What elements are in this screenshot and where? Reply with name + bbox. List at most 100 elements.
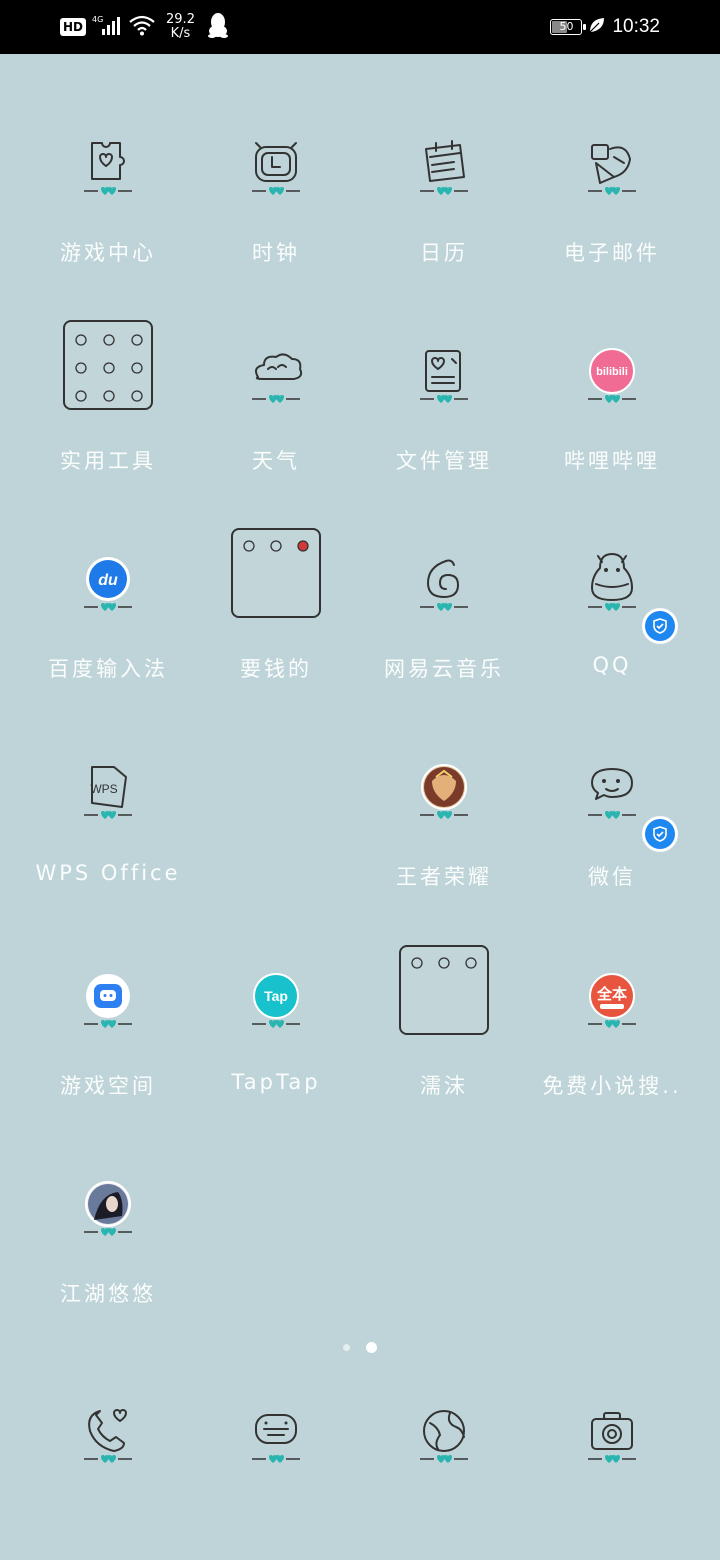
app-label: 电子邮件 (564, 241, 660, 265)
app-file-icon[interactable]: 文件管理 (360, 278, 528, 478)
hearts-decoration-icon (84, 187, 132, 195)
status-left: HD 4G 29.2 K/s (60, 10, 229, 44)
app-label: 濡沫 (420, 1074, 468, 1098)
app-honor-of-kings-icon[interactable]: 王者荣耀 (360, 694, 528, 894)
speed-value: 29.2 (166, 12, 195, 27)
app-folder-icon[interactable]: 要钱的 (192, 486, 360, 686)
battery-icon: 50 (550, 19, 587, 35)
app-folder-icon[interactable]: 实用工具 (24, 278, 192, 478)
taptap-icon: Tap (241, 965, 311, 1027)
app-label: 天气 (252, 449, 300, 473)
verified-badge-icon (642, 816, 678, 852)
hearts-decoration-icon (252, 1455, 300, 1463)
hearts-decoration-icon (588, 811, 636, 819)
honor-of-kings-icon (409, 756, 479, 818)
wechat-icon (577, 756, 647, 818)
hearts-decoration-icon (588, 1020, 636, 1028)
network-speed: 29.2 K/s (166, 13, 195, 41)
music-icon (409, 548, 479, 610)
jianghu-icon (73, 1173, 143, 1235)
app-baidu-ime-icon[interactable]: du 百度输入法 (24, 486, 192, 686)
app-label: 江湖悠悠 (60, 1282, 156, 1306)
app-wps-icon[interactable]: WPS WPS Office (24, 694, 192, 894)
file-icon (409, 340, 479, 402)
app-taptap-icon[interactable]: Tap TapTap (192, 903, 360, 1103)
app-alarm-clock-icon[interactable]: 时钟 (192, 70, 360, 270)
app-label: 网易云音乐 (384, 657, 504, 681)
app-music-icon[interactable]: 网易云音乐 (360, 486, 528, 686)
app-label: WPS Office (35, 861, 181, 885)
hearts-decoration-icon (84, 1020, 132, 1028)
leaf-icon (588, 16, 606, 38)
folder-icon (399, 945, 489, 1035)
battery-level: 50 (559, 20, 574, 33)
app-label: 实用工具 (60, 449, 156, 473)
app-label: 时钟 (252, 241, 300, 265)
hearts-decoration-icon (84, 1455, 132, 1463)
app-jianghu-icon[interactable]: 江湖悠悠 (24, 1111, 192, 1311)
svg-text:du: du (98, 572, 118, 589)
status-bar: HD 4G 29.2 K/s 50 10:32 (0, 0, 720, 54)
hearts-decoration-icon (588, 1455, 636, 1463)
qq-penguin-icon (577, 548, 647, 610)
svg-text:全本: 全本 (596, 985, 627, 1003)
app-label: TapTap (231, 1070, 321, 1094)
app-label: 哔哩哔哩 (564, 449, 660, 473)
app-qq-penguin-icon[interactable]: QQ (528, 486, 696, 686)
dock-camera-icon[interactable] (528, 1338, 696, 1538)
message-icon (241, 1400, 311, 1462)
hearts-decoration-icon (420, 187, 468, 195)
hearts-decoration-icon (84, 603, 132, 611)
app-wechat-icon[interactable]: 微信 (528, 694, 696, 894)
app-puzzle-heart-icon[interactable]: 游戏中心 (24, 70, 192, 270)
app-folder-icon[interactable]: 濡沫 (360, 903, 528, 1103)
folder-icon (63, 320, 153, 410)
app-label: 百度输入法 (48, 657, 168, 681)
hearts-decoration-icon (588, 395, 636, 403)
signal-icon: 4G (92, 14, 122, 40)
verified-badge-icon (642, 608, 678, 644)
browser-globe-icon (409, 1400, 479, 1462)
app-label: QQ (592, 653, 632, 677)
hearts-decoration-icon (588, 603, 636, 611)
app-calendar-icon[interactable]: 日历 (360, 70, 528, 270)
app-label: 游戏空间 (60, 1074, 156, 1098)
clock-time: 10:32 (612, 16, 660, 37)
bilibili-icon: bilibili (577, 340, 647, 402)
network-type: 4G (92, 15, 103, 24)
cloud-icon (241, 340, 311, 402)
svg-text:WPS: WPS (90, 782, 117, 796)
dock-phone-heart-icon[interactable] (24, 1338, 192, 1538)
svg-text:Tap: Tap (264, 988, 288, 1004)
hearts-decoration-icon (588, 187, 636, 195)
wifi-icon (128, 14, 156, 40)
hearts-decoration-icon (252, 1020, 300, 1028)
app-cloud-icon[interactable]: 天气 (192, 278, 360, 478)
alarm-clock-icon (241, 132, 311, 194)
svg-text:bilibili: bilibili (596, 366, 628, 378)
app-novel-icon[interactable]: 全本 免费小说搜.. (528, 903, 696, 1103)
app-bilibili-icon[interactable]: bilibili 哔哩哔哩 (528, 278, 696, 478)
camera-icon (577, 1400, 647, 1462)
wps-icon: WPS (73, 756, 143, 818)
app-label: 文件管理 (396, 449, 492, 473)
dock-message-icon[interactable] (192, 1338, 360, 1538)
game-space-icon (73, 965, 143, 1027)
hearts-decoration-icon (420, 395, 468, 403)
hearts-decoration-icon (252, 395, 300, 403)
hearts-decoration-icon (84, 811, 132, 819)
baidu-ime-icon: du (73, 548, 143, 610)
hearts-decoration-icon (420, 603, 468, 611)
app-label: 要钱的 (240, 657, 312, 681)
app-label: 王者荣耀 (396, 865, 492, 889)
app-mail-icon[interactable]: 电子邮件 (528, 70, 696, 270)
status-right: 50 10:32 (550, 10, 660, 44)
app-label: 微信 (588, 865, 636, 889)
qq-penguin-status-icon (207, 12, 229, 42)
phone-heart-icon (73, 1400, 143, 1462)
app-game-space-icon[interactable]: 游戏空间 (24, 903, 192, 1103)
puzzle-heart-icon (73, 132, 143, 194)
hearts-decoration-icon (420, 1455, 468, 1463)
hd-badge: HD (60, 18, 87, 36)
dock-browser-globe-icon[interactable] (360, 1338, 528, 1538)
